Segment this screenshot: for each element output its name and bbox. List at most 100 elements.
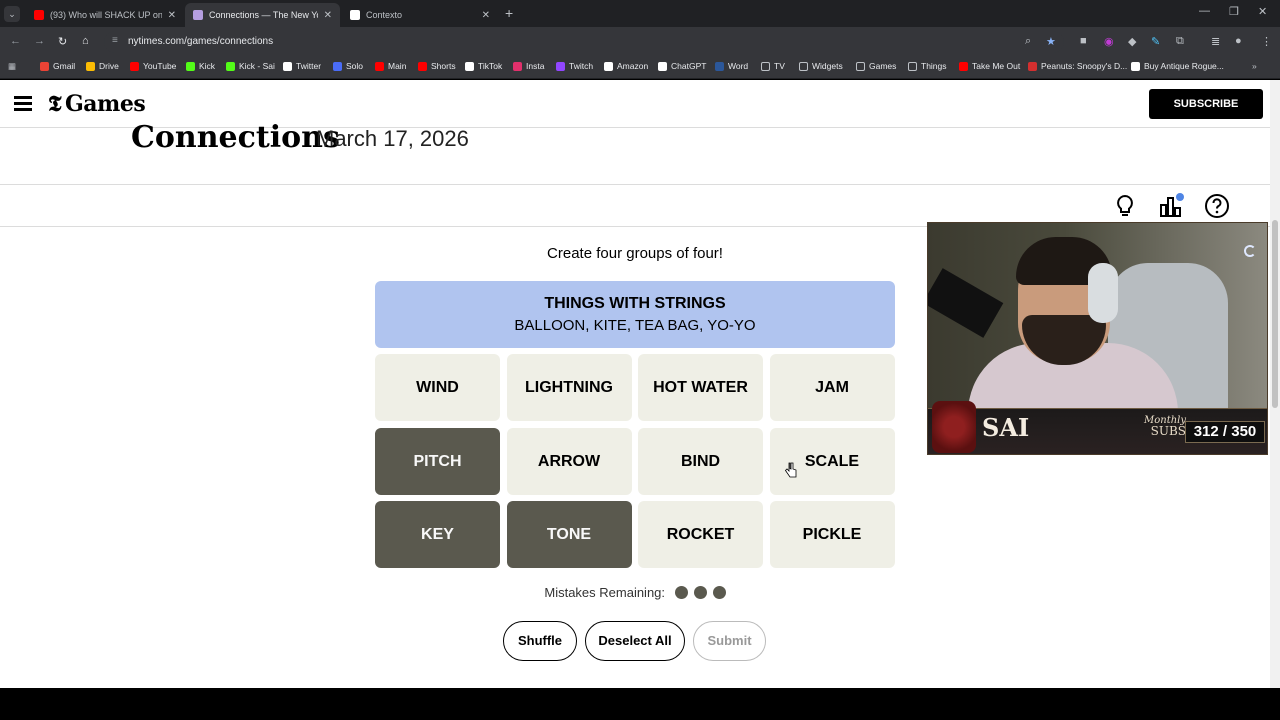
bookmark-insta[interactable]: Insta [513, 61, 544, 71]
word-tile-lightning[interactable]: LIGHTNING [506, 354, 632, 421]
browser-tab-strip: ⌄ (93) Who will SHACK UP on the ✕ Connec… [0, 0, 1280, 27]
bookmark-drive[interactable]: Drive [86, 61, 119, 71]
new-tab-button[interactable]: + [505, 5, 513, 21]
media-icon[interactable]: ≣ [1211, 35, 1220, 48]
bookmark-main[interactable]: Main [375, 61, 406, 71]
help-icon[interactable] [1204, 193, 1230, 219]
menu-icon[interactable] [14, 96, 32, 111]
kick-icon [186, 61, 195, 71]
bookmark-word[interactable]: Word [715, 61, 748, 71]
hand-cursor-icon [785, 462, 797, 478]
extension-icon[interactable]: ■ [1080, 35, 1087, 47]
extension-icon[interactable]: ◆ [1128, 35, 1136, 48]
puzzle-date: March 17, 2026 [316, 126, 469, 151]
word-tile-pickle[interactable]: PICKLE [769, 501, 895, 568]
nyt-t-icon: 𝕿 [48, 91, 62, 117]
bookmark-peanuts[interactable]: Peanuts: Snoopy's D... [1028, 61, 1127, 71]
submit-button[interactable]: Submit [693, 621, 766, 661]
peanuts-icon [1028, 61, 1037, 71]
profile-avatar-icon[interactable]: ● [1235, 35, 1242, 47]
word-tile-arrow[interactable]: ARROW [506, 427, 632, 495]
back-icon[interactable]: ← [10, 35, 21, 47]
more-bookmarks-icon[interactable]: » [1252, 61, 1257, 71]
address-bar[interactable]: ≡ nytimes.com/games/connections [104, 31, 1064, 53]
nyt-games-logo[interactable]: 𝕿 Games [48, 91, 146, 117]
kick-icon [226, 61, 235, 71]
hint-lightbulb-icon[interactable] [1112, 193, 1138, 219]
extensions-puzzle-icon[interactable]: ⧉ [1176, 35, 1184, 48]
mistake-dot [674, 586, 688, 599]
bookmark-folder-tv[interactable]: TV [761, 61, 785, 71]
word-tile-pitch[interactable]: PITCH [375, 427, 500, 495]
extension-icon[interactable]: ◉ [1104, 35, 1114, 48]
solved-words: BALLOON, KITE, TEA BAG, YO-YO [514, 317, 756, 334]
tab-contexto[interactable]: Contexto ✕ [342, 3, 498, 27]
forward-icon[interactable]: → [34, 35, 45, 47]
bookmark-gmail[interactable]: Gmail [40, 61, 75, 71]
tab-title: (93) Who will SHACK UP on the [50, 10, 162, 20]
word-tile-bind[interactable]: BIND [638, 427, 763, 495]
restore-icon[interactable]: ❐ [1229, 5, 1239, 18]
bookmark-amazon[interactable]: Amazon [604, 61, 648, 71]
stats-icon[interactable] [1158, 193, 1184, 219]
close-window-icon[interactable]: ✕ [1258, 5, 1267, 18]
tab-youtube[interactable]: (93) Who will SHACK UP on the ✕ [26, 3, 184, 27]
bookmark-twitter[interactable]: Twitter [283, 61, 321, 71]
apps-icon[interactable]: ▦ [8, 61, 16, 72]
word-tile-wind[interactable]: WIND [375, 354, 500, 421]
bookmark-kick-sai[interactable]: Kick - Sai [226, 61, 275, 71]
bookmark-solo[interactable]: Solo [333, 61, 363, 71]
instagram-icon [513, 61, 522, 71]
bookmark-twitch[interactable]: Twitch [556, 61, 593, 71]
close-icon[interactable]: ✕ [324, 10, 332, 21]
headphones [1088, 263, 1118, 323]
twitch-icon [556, 61, 565, 71]
deselect-all-button[interactable]: Deselect All [585, 621, 685, 661]
bookmark-chatgpt[interactable]: ChatGPT [658, 61, 706, 71]
site-info-icon[interactable]: ≡ [112, 35, 118, 46]
word-tile-rocket[interactable]: ROCKET [638, 501, 763, 568]
close-icon[interactable]: ✕ [168, 10, 176, 21]
gmail-icon [40, 61, 49, 71]
folder-icon [908, 61, 917, 71]
zoom-icon[interactable]: ⌕ [1025, 35, 1031, 48]
bookmark-youtube[interactable]: YouTube [130, 61, 176, 71]
bookmark-folder-games[interactable]: Games [856, 61, 896, 71]
close-icon[interactable]: ✕ [482, 10, 490, 21]
sub-goal-bar: SAI Monthly SUBS 312 / 350 [928, 401, 1267, 454]
tiktok-icon [465, 61, 474, 71]
bookmark-shorts[interactable]: Shorts [418, 61, 456, 71]
chatgpt-icon [658, 61, 667, 71]
bookmark-tiktok[interactable]: TikTok [465, 61, 502, 71]
bookmark-folder-widgets[interactable]: Widgets [799, 61, 843, 71]
word-tile-key[interactable]: KEY [375, 501, 500, 568]
bookmark-star-icon[interactable]: ★ [1046, 35, 1056, 48]
drive-icon [86, 61, 95, 71]
home-icon[interactable]: ⌂ [82, 35, 89, 47]
bookmark-kick[interactable]: Kick [186, 61, 215, 71]
bookmark-take-me-out[interactable]: Take Me Out [959, 61, 1020, 71]
sub-count: 312 / 350 [1185, 421, 1265, 443]
bookmark-folder-things[interactable]: Things [908, 61, 947, 71]
tab-connections[interactable]: Connections — The New York T ✕ [185, 3, 340, 27]
amazon-icon [604, 61, 613, 71]
game-title: Connections [131, 120, 340, 155]
menu-kebab-icon[interactable]: ⋮ [1261, 35, 1272, 48]
word-tile-scale[interactable]: SCALE [769, 427, 895, 495]
scrollbar-thumb[interactable] [1272, 220, 1278, 408]
shuffle-button[interactable]: Shuffle [503, 621, 577, 661]
word-tile-hot-water[interactable]: HOT WATER [638, 354, 763, 421]
mistakes-remaining: Mistakes Remaining: [375, 585, 895, 600]
word-tile-tone[interactable]: TONE [506, 501, 632, 568]
folder-icon [856, 61, 865, 71]
word-tile-jam[interactable]: JAM [769, 354, 895, 421]
subscribe-button[interactable]: SUBSCRIBE [1149, 89, 1263, 119]
minimize-icon[interactable]: — [1199, 5, 1210, 17]
extension-icon[interactable]: ✎ [1151, 35, 1160, 48]
youtube-icon [959, 61, 968, 71]
tab-search-button[interactable]: ⌄ [4, 6, 20, 22]
taskbar-area [0, 688, 1280, 720]
bookmark-antique-rogue[interactable]: Buy Antique Rogue... [1131, 61, 1224, 71]
loading-icon [1244, 245, 1256, 257]
reload-icon[interactable]: ↻ [58, 35, 67, 48]
